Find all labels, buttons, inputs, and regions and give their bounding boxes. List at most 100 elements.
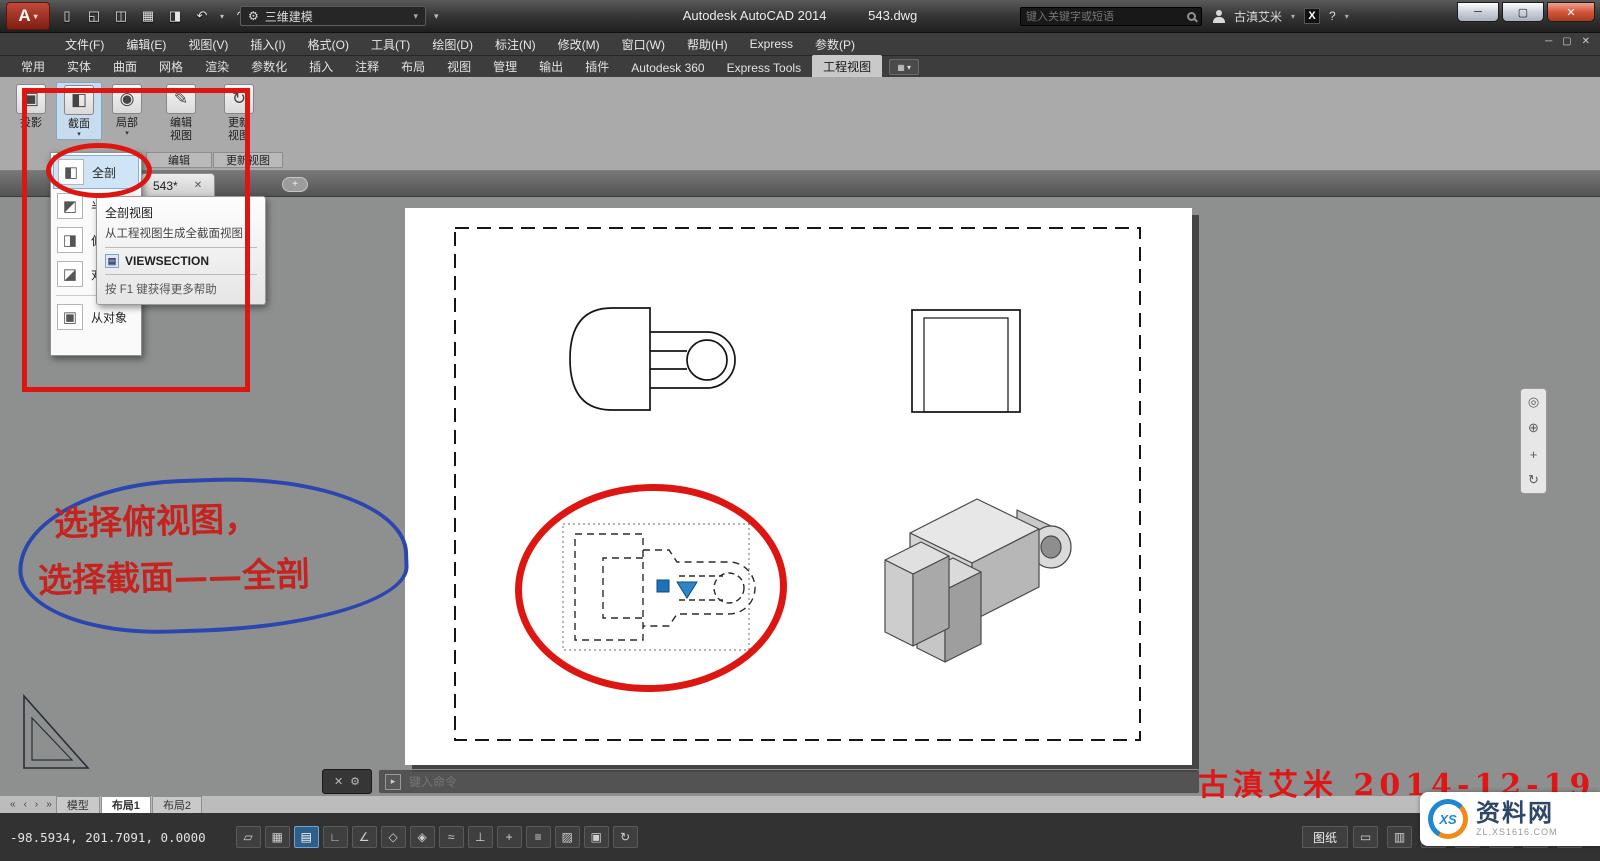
tab-layout[interactable]: 布局 xyxy=(390,55,436,77)
tab-solid[interactable]: 实体 xyxy=(56,55,102,77)
help-search-box[interactable] xyxy=(1020,7,1202,26)
doc-restore-icon[interactable]: ▢ xyxy=(1562,36,1571,47)
menu-express[interactable]: Express xyxy=(739,33,804,55)
status-bar: -98.5934, 201.7091, 0.0000 ▱ ▦ ▤ ∟ ∠ ◇ ◈… xyxy=(0,813,1600,861)
menu-insert[interactable]: 插入(I) xyxy=(239,33,296,55)
quick-view-layouts-icon[interactable]: ▭ xyxy=(1353,826,1378,848)
doc-close-icon[interactable]: ✕ xyxy=(1582,36,1590,47)
quick-properties-toggle[interactable]: ▣ xyxy=(584,826,609,848)
menu-format[interactable]: 格式(O) xyxy=(297,33,360,55)
grid-toggle[interactable]: ▤ xyxy=(294,826,319,848)
lineweight-toggle[interactable]: ≡ xyxy=(526,826,551,848)
close-icon[interactable]: ✕ xyxy=(334,775,343,788)
next-layout-icon[interactable]: › xyxy=(31,799,42,810)
undo-dropdown-icon[interactable]: ▾ xyxy=(220,12,224,21)
doc-minimize-icon[interactable]: ─ xyxy=(1545,36,1552,47)
new-icon[interactable]: ▯ xyxy=(58,7,76,25)
qat-customize-icon[interactable]: ▾ xyxy=(434,11,439,22)
menu-draw[interactable]: 绘图(D) xyxy=(421,33,484,55)
workspace-label: 三维建模 xyxy=(265,8,313,25)
layout-paper-sheet[interactable] xyxy=(405,208,1192,765)
selection-cycling-toggle[interactable]: ↻ xyxy=(613,826,638,848)
customize-wrench-icon[interactable]: ⚙ xyxy=(350,775,360,788)
maximize-button[interactable]: ▢ xyxy=(1502,2,1544,22)
command-prompt-icon: ▸ xyxy=(385,774,401,790)
document-window-controls: ─ ▢ ✕ xyxy=(1545,36,1590,47)
zoom-icon[interactable]: ⊕ xyxy=(1528,420,1539,436)
close-button[interactable]: ✕ xyxy=(1547,2,1595,22)
save-icon[interactable]: ◫ xyxy=(112,7,130,25)
paper-model-toggle[interactable]: 图纸 xyxy=(1302,826,1348,848)
orbit-icon[interactable]: ↻ xyxy=(1528,472,1539,488)
tab-layout2[interactable]: 布局2 xyxy=(152,796,202,813)
menu-window[interactable]: 窗口(W) xyxy=(611,33,676,55)
plot-preview-icon[interactable]: ◨ xyxy=(166,7,184,25)
tab-parametric[interactable]: 参数化 xyxy=(240,55,298,77)
ortho-toggle[interactable]: ∟ xyxy=(323,826,348,848)
tab-layout1[interactable]: 布局1 xyxy=(101,796,151,813)
command-input[interactable] xyxy=(409,775,1193,789)
object-snap-tracking-toggle[interactable]: ≈ xyxy=(439,826,464,848)
exchange-apps-icon[interactable]: X xyxy=(1304,8,1320,24)
isometric-view-drawing[interactable] xyxy=(885,499,1071,662)
menu-dimension[interactable]: 标注(N) xyxy=(484,33,547,55)
last-layout-icon[interactable]: » xyxy=(42,799,56,810)
side-view-drawing[interactable] xyxy=(912,310,1020,412)
menu-parametric[interactable]: 参数(P) xyxy=(804,33,866,55)
chevron-down-icon[interactable]: ▾ xyxy=(1291,12,1295,21)
workspace-switcher[interactable]: ⚙ 三维建模 ▾ xyxy=(240,6,426,26)
tab-manage[interactable]: 管理 xyxy=(482,55,528,77)
menu-file[interactable]: 文件(F) xyxy=(54,33,115,55)
tab-insert[interactable]: 插入 xyxy=(298,55,344,77)
plot-icon[interactable]: ▦ xyxy=(139,7,157,25)
object-snap-toggle[interactable]: ◇ xyxy=(381,826,406,848)
menu-modify[interactable]: 修改(M) xyxy=(547,33,611,55)
tab-model[interactable]: 模型 xyxy=(56,796,100,813)
transparency-toggle[interactable]: ▨ xyxy=(555,826,580,848)
open-icon[interactable]: ◱ xyxy=(85,7,103,25)
tab-surface[interactable]: 曲面 xyxy=(102,55,148,77)
polar-tracking-toggle[interactable]: ∠ xyxy=(352,826,377,848)
prev-layout-icon[interactable]: ‹ xyxy=(20,799,31,810)
command-line-controls: ✕ ⚙ xyxy=(322,769,372,794)
menu-tools[interactable]: 工具(T) xyxy=(360,33,421,55)
application-menu-button[interactable]: A▾ xyxy=(6,2,50,30)
menu-help[interactable]: 帮助(H) xyxy=(676,33,739,55)
snap-toggle[interactable]: ▦ xyxy=(265,826,290,848)
signed-in-user[interactable]: 古滇艾米 xyxy=(1234,8,1282,25)
tab-render[interactable]: 渲染 xyxy=(194,55,240,77)
chevron-down-icon[interactable]: ▾ xyxy=(1345,12,1349,21)
quick-view-drawings-icon[interactable]: ▥ xyxy=(1387,826,1412,848)
title-bar: A▾ ▯ ◱ ◫ ▦ ◨ ↶ ▾ ↷ ▾ ⚙ 三维建模 ▾ ▾ Autodesk… xyxy=(0,0,1600,33)
tab-mesh[interactable]: 网格 xyxy=(148,55,194,77)
dynamic-input-toggle[interactable]: + xyxy=(497,826,522,848)
xs-logo-icon: XS xyxy=(1428,799,1468,839)
undo-icon[interactable]: ↶ xyxy=(193,7,211,25)
tab-view[interactable]: 视图 xyxy=(436,55,482,77)
command-input-area[interactable]: ▸ xyxy=(378,769,1200,794)
front-view-drawing[interactable] xyxy=(570,308,735,410)
tab-plugins[interactable]: 插件 xyxy=(574,55,620,77)
first-layout-icon[interactable]: « xyxy=(6,799,20,810)
help-icon[interactable]: ? xyxy=(1329,9,1336,23)
3d-object-snap-toggle[interactable]: ◈ xyxy=(410,826,435,848)
tab-annotate[interactable]: 注释 xyxy=(344,55,390,77)
minimize-button[interactable]: ─ xyxy=(1457,2,1499,22)
search-input[interactable] xyxy=(1026,11,1187,23)
tab-express-tools[interactable]: Express Tools xyxy=(716,58,812,77)
ribbon-minimize-icon[interactable]: ▦ ▾ xyxy=(889,59,919,75)
tab-engineering-views[interactable]: 工程视图 xyxy=(812,55,882,77)
new-drawing-tab-button[interactable]: + xyxy=(282,177,308,192)
document-title: 543.dwg xyxy=(868,8,917,23)
tab-home[interactable]: 常用 xyxy=(10,55,56,77)
search-icon[interactable] xyxy=(1187,12,1196,21)
tab-output[interactable]: 输出 xyxy=(528,55,574,77)
menu-edit[interactable]: 编辑(E) xyxy=(115,33,177,55)
infer-constraints-toggle[interactable]: ▱ xyxy=(236,826,261,848)
tab-autodesk360[interactable]: Autodesk 360 xyxy=(620,58,715,77)
dynamic-ucs-toggle[interactable]: ⊥ xyxy=(468,826,493,848)
menu-view[interactable]: 视图(V) xyxy=(177,33,239,55)
navigation-wheel-icon[interactable]: ◎ xyxy=(1528,394,1539,410)
pan-icon[interactable]: + xyxy=(1530,447,1538,462)
app-title: Autodesk AutoCAD 2014 xyxy=(683,8,827,23)
